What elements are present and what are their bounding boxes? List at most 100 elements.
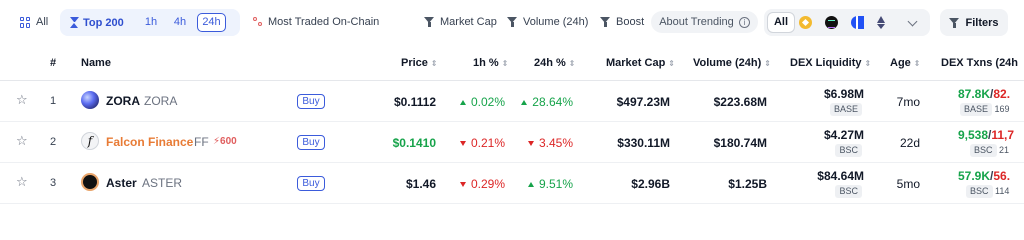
- change-1h: 0.21%: [459, 136, 505, 150]
- age: 5mo: [896, 177, 920, 191]
- txns-buys: 87.8K: [958, 87, 991, 101]
- filter-icon: [600, 17, 611, 27]
- aster-logo: [81, 173, 99, 191]
- most-traded-button[interactable]: Most Traded On-Chain: [253, 10, 379, 34]
- column-price[interactable]: Price ⇕: [401, 45, 438, 81]
- time-24h-button[interactable]: 24h: [197, 13, 226, 32]
- market-cap: $497.23M: [616, 95, 670, 109]
- token-name: ASTER: [142, 176, 183, 190]
- volume: $223.68M: [713, 95, 767, 109]
- column-name[interactable]: Name: [81, 45, 111, 81]
- all-filter-button[interactable]: All: [20, 10, 48, 34]
- chain-badge: BSC: [835, 144, 862, 157]
- time-range-group: Top 200 1h 4h 24h: [60, 9, 240, 36]
- base-icon[interactable]: [851, 16, 864, 29]
- price: $0.1410: [392, 136, 436, 150]
- arrow-up-icon: [527, 182, 534, 187]
- boost-filter-label: Boost: [616, 16, 645, 28]
- column-24h[interactable]: 24h % ⇕: [534, 45, 576, 81]
- token-name: FF: [194, 135, 209, 149]
- price: $0.1112: [393, 95, 436, 109]
- chain-badge: BASE: [829, 103, 862, 116]
- star-icon[interactable]: ☆: [16, 134, 28, 149]
- market-cap: $2.96B: [631, 177, 670, 191]
- volume-filter-label: Volume (24h): [523, 16, 589, 28]
- chain-badge: BSC: [970, 144, 997, 157]
- boost-filter-button[interactable]: Boost: [600, 10, 644, 34]
- column-age-label: Age: [890, 57, 911, 69]
- time-1h-button[interactable]: 1h: [140, 13, 162, 32]
- filter-icon: [949, 17, 960, 28]
- solana-icon[interactable]: [825, 16, 838, 29]
- txns-detail: BASE 169: [960, 103, 1010, 116]
- link-icon: [253, 17, 263, 27]
- top-200-button[interactable]: Top 200: [70, 9, 124, 36]
- sort-icon: ⇕: [501, 59, 509, 68]
- market-cap-filter-label: Market Cap: [440, 16, 497, 28]
- chain-selector: All: [764, 9, 930, 36]
- about-trending-button[interactable]: About Trending i: [651, 11, 758, 33]
- column-volume-label: Volume (24h): [693, 57, 762, 69]
- txns-sells: 56.: [993, 169, 1011, 183]
- volume-filter-button[interactable]: Volume (24h): [507, 10, 588, 34]
- market-cap-filter-button[interactable]: Market Cap: [424, 10, 497, 34]
- txns: 57.9K/56.: [958, 169, 1011, 183]
- column-volume[interactable]: Volume (24h) ⇕: [693, 45, 771, 81]
- token-symbol: ZORA: [106, 94, 140, 108]
- txns-detail: BSC 21: [970, 144, 1009, 157]
- buy-button[interactable]: Buy: [297, 135, 325, 150]
- sort-icon: ⇕: [913, 59, 921, 68]
- bnb-icon[interactable]: [799, 16, 812, 29]
- column-24h-label: 24h %: [534, 57, 566, 69]
- column-price-label: Price: [401, 57, 428, 69]
- arrow-up-icon: [521, 100, 528, 105]
- chain-all-button[interactable]: All: [767, 12, 795, 33]
- arrow-down-icon: [459, 182, 466, 187]
- column-age[interactable]: Age ⇕: [890, 45, 920, 81]
- txns-sells: 82.: [993, 87, 1011, 101]
- boost-count: 600: [220, 136, 237, 147]
- liquidity: $84.64M: [817, 169, 864, 183]
- zora-logo: [81, 91, 99, 109]
- rank: 1: [50, 95, 57, 107]
- token-name: ZORA: [144, 94, 178, 108]
- sort-icon: ⇕: [864, 59, 872, 68]
- about-trending-label: About Trending: [659, 16, 734, 28]
- liquidity: $4.27M: [823, 128, 864, 142]
- time-4h-button[interactable]: 4h: [169, 13, 191, 32]
- rank: 3: [50, 177, 57, 189]
- change-24h: 3.45%: [527, 136, 573, 150]
- ethereum-icon[interactable]: [877, 16, 886, 29]
- change-24h: 28.64%: [521, 95, 573, 109]
- txns-sells: 11,7: [991, 128, 1015, 142]
- table-row[interactable]: ☆ 3 Aster ASTER Buy $1.46 0.29% 9.51% $2…: [0, 163, 1024, 204]
- star-icon[interactable]: ☆: [16, 93, 28, 108]
- column-market-cap[interactable]: Market Cap ⇕: [606, 45, 675, 81]
- hourglass-icon: [70, 17, 79, 28]
- filters-button[interactable]: Filters: [940, 9, 1008, 36]
- table-row[interactable]: ☆ 1 ZORA ZORA Buy $0.1112 0.02% 28.64% $…: [0, 81, 1024, 122]
- change-1h-value: 0.21%: [470, 136, 505, 150]
- liquidity: $6.98M: [823, 87, 864, 101]
- chevron-down-icon[interactable]: [907, 16, 918, 27]
- filter-icon: [424, 17, 435, 27]
- star-icon[interactable]: ☆: [16, 175, 28, 190]
- column-txns[interactable]: DEX Txns (24h: [941, 45, 1018, 81]
- txns-count: 21: [999, 145, 1010, 155]
- buy-button[interactable]: Buy: [297, 176, 325, 191]
- age: 7mo: [896, 95, 920, 109]
- filters-label: Filters: [965, 16, 999, 29]
- buy-button[interactable]: Buy: [297, 94, 325, 109]
- token-symbol: Falcon Finance: [106, 135, 194, 149]
- chain-badge: BSC: [966, 185, 993, 198]
- txns-detail: BSC 114: [966, 185, 1009, 198]
- column-1h[interactable]: 1h % ⇕: [473, 45, 508, 81]
- info-icon: i: [738, 16, 750, 28]
- change-24h: 9.51%: [527, 177, 573, 191]
- table-row[interactable]: ☆ 2 f Falcon Finance FF ⚡600 Buy $0.1410…: [0, 122, 1024, 163]
- column-1h-label: 1h %: [473, 57, 499, 69]
- column-liquidity[interactable]: DEX Liquidity ⇕: [790, 45, 871, 81]
- chain-badge: BSC: [835, 185, 862, 198]
- change-1h: 0.29%: [459, 177, 505, 191]
- bolt-icon: ⚡: [213, 136, 221, 147]
